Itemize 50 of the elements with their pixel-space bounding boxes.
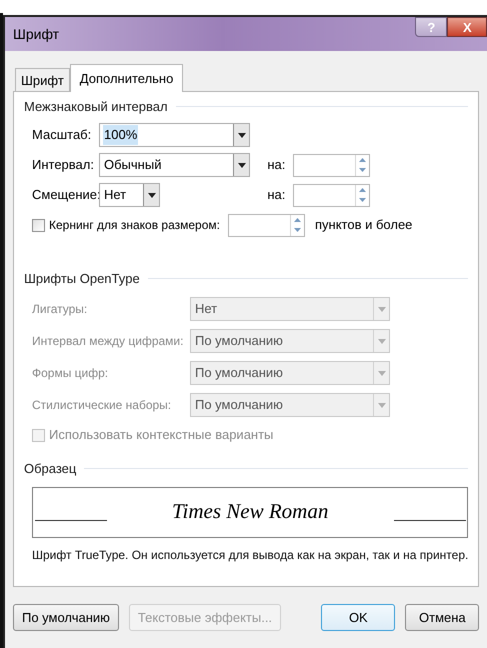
down-arrow-icon bbox=[359, 198, 366, 202]
dropdown-value: Обычный bbox=[103, 156, 162, 174]
dropdown[interactable]: Нет bbox=[99, 183, 160, 207]
dropdown-arrow-icon bbox=[148, 192, 156, 198]
field-label: Масштаб: bbox=[32, 126, 92, 144]
dialog-button[interactable]: OK bbox=[321, 604, 396, 631]
preview-text: Times New Roman bbox=[172, 498, 328, 526]
dropdown[interactable]: Обычный bbox=[99, 153, 250, 177]
dropdown-value: По умолчанию bbox=[194, 364, 284, 382]
field-label: Интервал: bbox=[32, 156, 95, 174]
spin-field[interactable] bbox=[293, 154, 370, 176]
up-arrow-icon bbox=[359, 158, 366, 162]
dropdown-arrow-icon bbox=[238, 132, 246, 138]
field-label: на: bbox=[267, 186, 286, 204]
tab[interactable]: Дополнительно bbox=[70, 64, 184, 92]
dropdown[interactable]: 100% bbox=[99, 123, 250, 147]
tab[interactable]: Шрифт bbox=[15, 68, 70, 92]
up-arrow-icon bbox=[359, 188, 366, 192]
window-title: Шрифт bbox=[13, 24, 60, 44]
checkbox[interactable] bbox=[32, 218, 45, 232]
field-label: Стилистические наборы: bbox=[32, 397, 172, 414]
field-label: на: bbox=[267, 156, 286, 174]
dropdown-value: Нет bbox=[194, 300, 218, 318]
up-arrow-icon bbox=[294, 218, 301, 222]
group-title: Шрифты OpenType bbox=[24, 270, 140, 288]
dropdown-arrow-icon bbox=[378, 370, 386, 376]
dropdown-value: 100% bbox=[103, 125, 138, 145]
down-arrow-icon bbox=[359, 168, 366, 172]
dropdown-value: По умолчанию bbox=[194, 332, 284, 350]
dropdown-value: Нет bbox=[103, 186, 128, 204]
field-label: пунктов и более bbox=[314, 216, 412, 234]
dialog-button[interactable]: По умолчанию bbox=[13, 604, 119, 631]
field-label: Интервал между цифрами: bbox=[32, 333, 184, 350]
dropdown-arrow-icon bbox=[378, 338, 386, 344]
dialog-button[interactable]: Отмена bbox=[405, 604, 480, 631]
field-label: Смещение: bbox=[32, 186, 99, 204]
field-label: Формы цифр: bbox=[32, 365, 110, 382]
dropdown-value: По умолчанию bbox=[194, 396, 284, 414]
spin-field[interactable] bbox=[228, 214, 305, 236]
dropdown-arrow-icon bbox=[378, 402, 386, 408]
down-arrow-icon bbox=[294, 228, 301, 232]
checkbox-label: Кернинг для знаков размером: bbox=[49, 217, 220, 234]
checkbox-label: Использовать контекстные варианты bbox=[49, 426, 274, 444]
group-title: Межзнаковый интервал bbox=[24, 98, 168, 116]
dropdown-arrow-icon bbox=[238, 162, 246, 168]
description-text: Шрифт TrueType. Он используется для вывода как на экран, так и на принтер. bbox=[32, 546, 468, 564]
spin-field[interactable] bbox=[293, 184, 370, 206]
group-title: Образец bbox=[24, 460, 76, 478]
field-label: Лигатуры: bbox=[32, 301, 88, 318]
dropdown-arrow-icon bbox=[378, 306, 386, 312]
